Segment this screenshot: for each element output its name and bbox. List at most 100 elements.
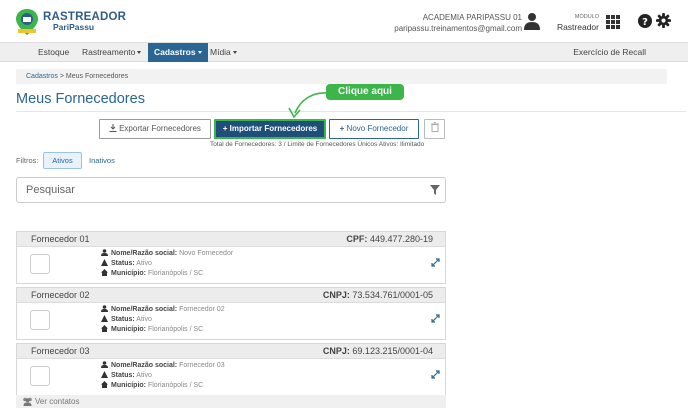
new-supplier-button[interactable]: + Novo Fornecedor [329,119,419,139]
app-header: RASTREADOR PariPassu ACADEMIA PARIPASSU … [0,0,688,42]
status-label: Status: [111,372,135,379]
expand-icon[interactable] [431,370,440,379]
import-suppliers-button[interactable]: + Importar Fornecedores [214,119,326,139]
callout-badge: Clique aqui [326,84,404,100]
nav-label: Mídia [210,47,231,57]
supplier-name-value: Fornecedor 02 [179,306,225,313]
download-icon [109,124,117,132]
nav-item-cadastros[interactable]: Cadastros [148,43,208,62]
delete-button[interactable] [424,119,445,139]
rastreador-logo-icon[interactable] [14,8,40,36]
caret-down-icon [137,51,142,55]
brand-subtitle: PariPassu [53,22,95,32]
apps-grid-icon[interactable] [606,15,620,29]
supplier-city-row: Município: Florianópolis / SC [101,381,203,391]
help-icon[interactable]: ? [638,14,652,28]
supplier-document: CNPJ: 73.534.761/0001-05 [323,290,433,300]
document-number: 449.477.280-19 [369,234,433,244]
page-title: Meus Fornecedores [16,91,145,107]
supplier-card-header: Fornecedor 01 CPF: 449.477.280-19 [17,232,445,247]
home-icon [101,325,108,332]
supplier-name-row: Nome/Razão social: Fornecedor 03 [101,361,225,371]
plus-icon: + [339,124,345,133]
trash-icon [430,122,439,132]
document-number: 73.534.761/0001-05 [352,290,433,300]
status-label: Status: [111,260,135,267]
nav-item-midia[interactable]: Mídia [204,43,243,62]
supplier-name-value: Fornecedor 03 [179,362,225,369]
warning-icon [101,371,108,378]
home-icon [101,269,108,276]
warning-icon [101,315,108,322]
nav-item-estoque[interactable]: Estoque [32,43,75,62]
users-icon [23,397,32,406]
supplier-title: Fornecedor 03 [31,346,90,356]
document-type: CNPJ: [322,290,350,300]
city-label: Município: [111,382,146,389]
user-icon[interactable] [523,12,541,30]
svg-text:?: ? [642,17,648,28]
filter-funnel-icon[interactable] [430,185,440,195]
supplier-card: Fornecedor 03 CNPJ: 69.123.215/0001-04 N… [16,343,446,396]
export-suppliers-button[interactable]: Exportar Fornecedores [99,119,211,139]
supplier-title: Fornecedor 01 [31,234,90,244]
breadcrumb-link-cadastros[interactable]: Cadastros [26,73,58,80]
warning-icon [101,259,108,266]
nav-item-recall[interactable]: Exercício de Recall [573,43,646,62]
supplier-card: Fornecedor 02 CNPJ: 73.534.761/0001-05 N… [16,287,446,340]
supplier-card-header: Fornecedor 03 CNPJ: 69.123.215/0001-04 [17,344,445,359]
city-label: Município: [111,326,146,333]
supplier-status-row: Status: Ativo [101,315,152,325]
name-label: Nome/Razão social: [111,306,178,313]
total-suppliers-text: Total de Fornecedores: 3 / Limite de For… [210,141,425,148]
nav-label: Cadastros [154,47,196,57]
home-icon [101,381,108,388]
breadcrumb-current: Meus Fornecedores [65,73,129,80]
account-email: paripassu.treinamentos@gmail.com [394,24,522,33]
supplier-status-value: Ativo [136,372,152,379]
supplier-card: Fornecedor 01 CPF: 449.477.280-19 Nome/R… [16,231,446,284]
view-contacts-button[interactable]: Ver contatos [16,395,446,408]
nav-label: Estoque [38,47,70,57]
supplier-status-value: Ativo [136,316,152,323]
filter-inactive-button[interactable]: Inativos [89,156,115,165]
supplier-city-value: Florianópolis / SC [147,326,204,333]
supplier-city-value: Florianópolis / SC [147,382,204,389]
callout-arrow-icon [288,92,328,119]
expand-icon[interactable] [431,314,440,323]
city-label: Município: [111,270,146,277]
supplier-title: Fornecedor 02 [31,290,90,300]
filter-active-button[interactable]: Ativos [43,152,82,169]
breadcrumb: Cadastros > Meus Fornecedores [16,69,667,84]
account-name: ACADEMIA PARIPASSU 01 [422,13,522,22]
name-label: Nome/Razão social: [111,362,178,369]
expand-icon[interactable] [431,258,440,267]
supplier-status-row: Status: Ativo [101,371,152,381]
module-selector[interactable]: MÓDULO Rastreador [555,12,599,32]
person-icon [101,249,108,256]
name-label: Nome/Razão social: [111,250,178,257]
module-value: Rastreador [556,22,599,32]
breadcrumb-separator: > [59,73,64,80]
search-input[interactable] [17,178,417,202]
filters-label: Filtros: [16,156,39,165]
supplier-city-row: Município: Florianópolis / SC [101,269,203,279]
supplier-image-placeholder [30,366,50,386]
supplier-name-row: Nome/Razão social: Fornecedor 02 [101,305,225,315]
supplier-city-row: Município: Florianópolis / SC [101,325,203,335]
plus-icon: + [222,124,228,133]
supplier-document: CNPJ: 69.123.215/0001-04 [323,346,433,356]
supplier-name-row: Nome/Razão social: Novo Fornecedor [101,249,233,259]
status-label: Status: [111,316,135,323]
view-contacts-label: Ver contatos [35,397,80,406]
caret-down-icon [232,51,237,55]
supplier-image-placeholder [30,310,50,330]
export-label: Exportar Fornecedores [119,124,201,133]
account-info[interactable]: ACADEMIA PARIPASSU 01 paripassu.treiname… [394,12,522,34]
import-label: Importar Fornecedores [229,124,318,133]
nav-item-rastreamento[interactable]: Rastreamento [76,43,147,62]
supplier-document: CPF: 449.477.280-19 [346,234,433,244]
module-label: MÓDULO [574,14,599,20]
caret-down-icon [197,51,202,55]
gear-icon[interactable] [656,13,671,28]
